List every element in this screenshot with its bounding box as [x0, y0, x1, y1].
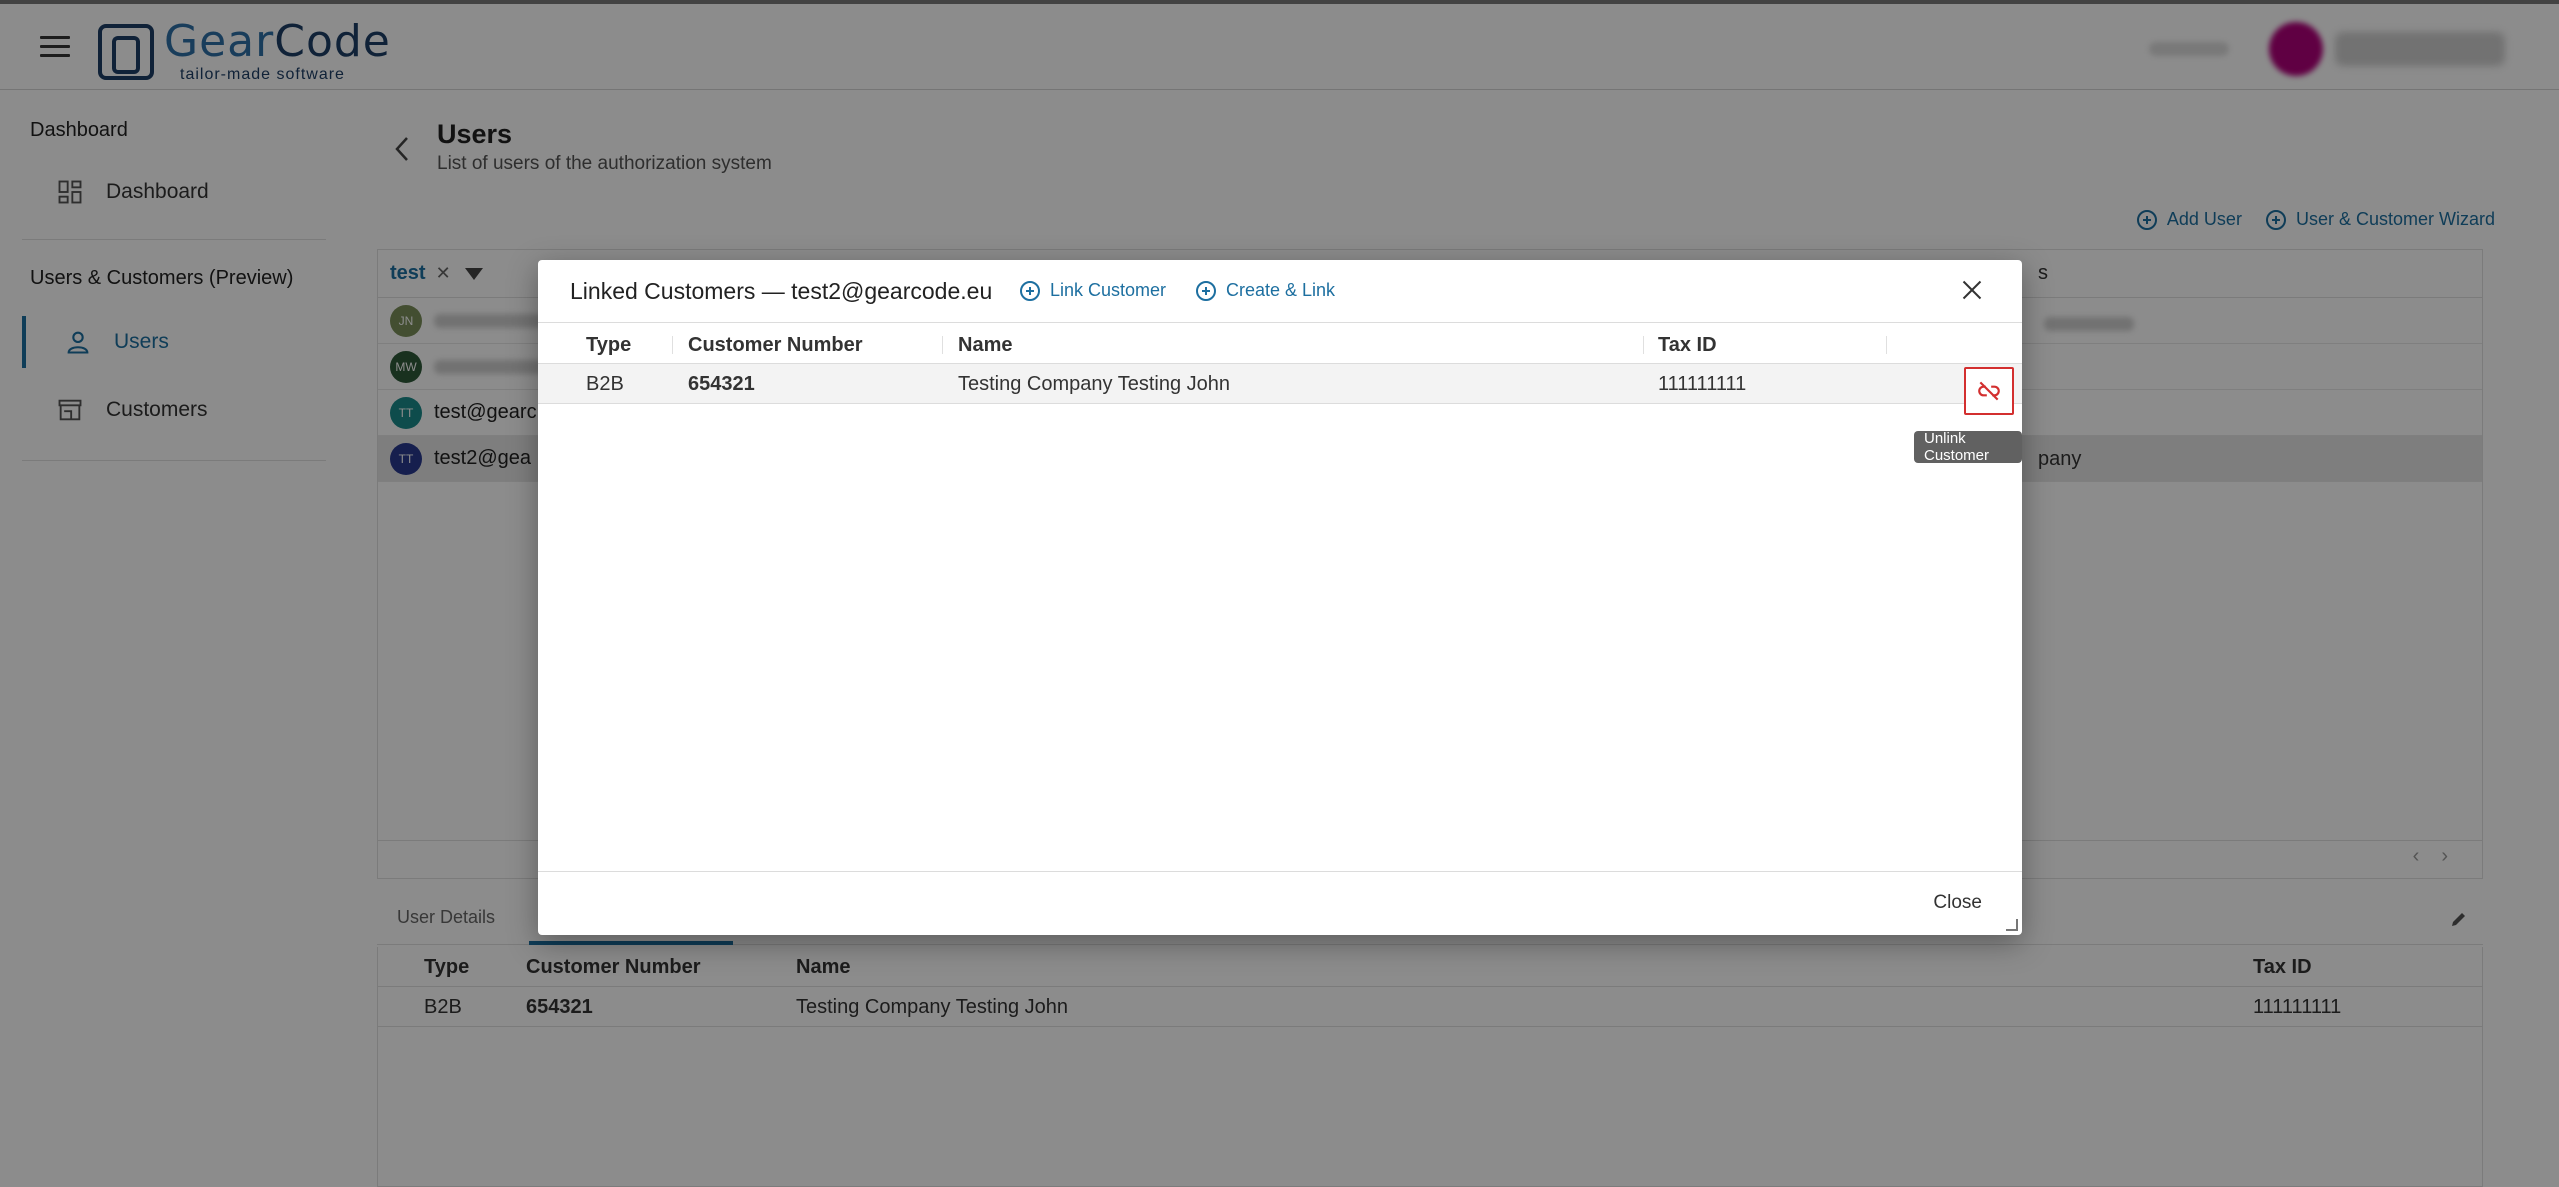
column-separator — [1643, 336, 1644, 354]
link-customer-button[interactable]: Link Customer — [1020, 280, 1166, 301]
dialog-title: Linked Customers — test2@gearcode.eu — [570, 278, 993, 304]
unlink-customer-tooltip: Unlink Customer — [1914, 430, 2022, 464]
column-separator — [672, 336, 673, 354]
dialog-footer: Close — [538, 871, 2022, 935]
table-header: Type Customer Number Name Tax ID — [538, 324, 2022, 364]
close-icon[interactable] — [1960, 278, 1984, 302]
resize-handle-icon[interactable] — [2006, 919, 2018, 931]
close-button[interactable]: Close — [1933, 892, 1982, 914]
table-row[interactable]: B2B 654321 Testing Company Testing John … — [538, 364, 2022, 404]
column-separator — [942, 336, 943, 354]
add-circle-icon — [1020, 280, 1040, 301]
unlink-customer-button[interactable] — [1964, 367, 2014, 415]
create-and-link-button[interactable]: Create & Link — [1196, 280, 1335, 301]
dialog-header: Linked Customers — test2@gearcode.eu Lin… — [538, 260, 2022, 323]
add-circle-icon — [1196, 280, 1216, 301]
linked-customers-dialog: Linked Customers — test2@gearcode.eu Lin… — [538, 260, 2022, 935]
column-separator — [1886, 336, 1887, 354]
link-off-icon — [1978, 381, 2000, 401]
